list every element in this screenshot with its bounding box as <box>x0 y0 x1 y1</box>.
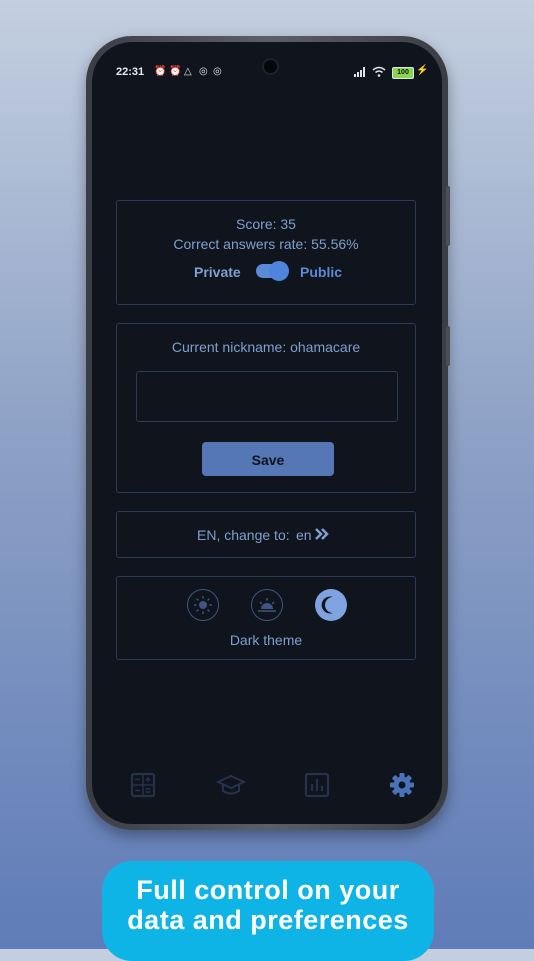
status-bar: 22:31 ⏰ ⏰ △ ◎ ◎ 100 ⚡ <box>92 64 442 82</box>
drive-icon: △ <box>184 66 192 77</box>
light-theme-icon[interactable] <box>187 589 219 621</box>
theme-card: Dark theme <box>116 576 416 660</box>
bar-chart-icon[interactable] <box>304 772 330 798</box>
sync-icon: ◎ <box>199 66 208 77</box>
visibility-toggle[interactable] <box>256 261 289 281</box>
app-screen: 22:31 ⏰ ⏰ △ ◎ ◎ 100 ⚡ Score: 35 Correct … <box>92 42 442 824</box>
graduation-cap-icon[interactable] <box>215 772 247 798</box>
charging-icon: ⚡ <box>416 65 429 76</box>
calculator-icon[interactable] <box>130 772 156 798</box>
caption-text: Full control on your data and preference… <box>102 875 434 935</box>
phone-frame: 22:31 ⏰ ⏰ △ ◎ ◎ 100 ⚡ Score: 35 Correct … <box>86 36 450 830</box>
power-button <box>446 326 450 366</box>
caption-line-1: Full control on your <box>136 875 400 905</box>
score-text: Score: 35 <box>236 216 296 232</box>
gear-icon[interactable] <box>389 772 415 798</box>
stats-card: Score: 35 Correct answers rate: 55.56% P… <box>116 200 416 305</box>
nickname-card: Current nickname: ohamacare Save <box>116 323 416 493</box>
wifi-icon <box>372 66 386 80</box>
private-label: Private <box>194 264 241 280</box>
signal-icon <box>354 66 368 80</box>
dark-theme-icon[interactable] <box>315 589 347 621</box>
correct-rate-text: Correct answers rate: 55.56% <box>173 236 359 252</box>
current-nickname-text: Current nickname: ohamacare <box>171 339 361 355</box>
bottom-navigation <box>92 764 442 804</box>
volume-button <box>446 186 450 246</box>
theme-label: Dark theme <box>229 632 303 648</box>
save-button[interactable]: Save <box>202 442 334 476</box>
language-label: EN, change to: <box>197 527 290 543</box>
status-time: 22:31 <box>116 66 145 78</box>
sync-icon-2: ◎ <box>213 66 222 77</box>
auto-theme-icon[interactable] <box>251 589 283 621</box>
promo-caption: Full control on your data and preference… <box>102 861 434 961</box>
double-chevron-right-icon[interactable] <box>314 527 330 546</box>
language-card[interactable]: EN, change to: en <box>116 511 416 558</box>
caption-line-2: data and preferences <box>127 905 409 935</box>
battery-indicator: 100 <box>392 67 414 79</box>
alarm-icon: ⏰ <box>169 66 182 77</box>
language-target[interactable]: en <box>296 527 312 543</box>
toggle-knob <box>269 261 289 281</box>
alarm-off-icon: ⏰ <box>154 66 167 77</box>
nickname-input[interactable] <box>136 371 398 422</box>
public-label: Public <box>300 264 343 280</box>
